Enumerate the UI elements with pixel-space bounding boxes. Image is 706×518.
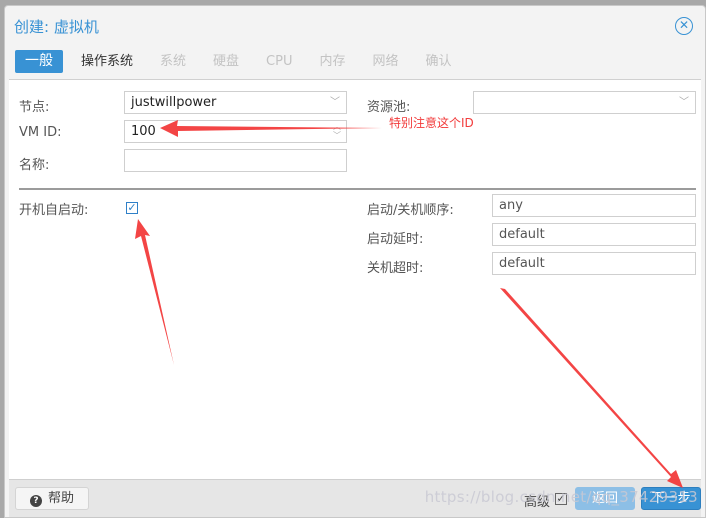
- shutdown-timeout-value: default: [499, 256, 545, 271]
- vmid-label: VM ID:: [19, 125, 62, 140]
- chevron-down-icon: ﹀: [679, 97, 689, 108]
- watermark: https://blog.csdn.net/qq_37429313: [424, 488, 698, 506]
- shutdown-timeout-label: 关机超时:: [367, 261, 424, 276]
- order-input[interactable]: any: [492, 194, 696, 217]
- vmid-value: 100: [131, 124, 156, 139]
- startup-delay-value: default: [499, 227, 545, 242]
- vmid-input[interactable]: 100 ︿ ﹀: [124, 120, 347, 143]
- node-value: justwillpower: [131, 95, 217, 110]
- general-panel: 节点: justwillpower ﹀ VM ID: 100 ︿ ﹀ 名称: 资源…: [9, 79, 701, 479]
- onboot-checkbox[interactable]: ✓: [126, 202, 138, 214]
- question-icon: ?: [29, 495, 42, 507]
- chevron-down-icon: ﹀: [330, 97, 340, 108]
- tab-memory: 内存: [319, 53, 346, 69]
- node-label: 节点:: [19, 100, 50, 115]
- close-icon[interactable]: ✕: [675, 17, 693, 35]
- pool-label: 资源池:: [367, 100, 411, 115]
- shutdown-timeout-input[interactable]: default: [492, 252, 696, 275]
- help-button[interactable]: ? 帮助: [15, 487, 89, 510]
- tab-os[interactable]: 操作系统: [72, 50, 142, 73]
- onboot-label: 开机自启动:: [19, 203, 89, 218]
- tab-system: 系统: [160, 53, 187, 69]
- tab-disk: 硬盘: [213, 53, 240, 69]
- spinner-icon[interactable]: ︿ ﹀: [333, 122, 341, 140]
- node-select[interactable]: justwillpower ﹀: [124, 91, 347, 114]
- tab-confirm: 确认: [425, 53, 452, 69]
- help-label: 帮助: [47, 491, 74, 506]
- wizard-tabs: 一般 操作系统 系统 硬盘 CPU 内存 网络 确认: [15, 49, 470, 73]
- startup-delay-input[interactable]: default: [492, 223, 696, 246]
- order-value: any: [499, 198, 523, 213]
- tab-network: 网络: [372, 53, 399, 69]
- tab-cpu: CPU: [266, 53, 293, 69]
- tab-general[interactable]: 一般: [15, 49, 63, 73]
- name-label: 名称:: [19, 158, 50, 173]
- order-label: 启动/关机顺序:: [367, 203, 454, 218]
- create-vm-dialog: 创建: 虚拟机 ✕ 一般 操作系统 系统 硬盘 CPU 内存 网络 确认 节点:…: [4, 5, 706, 518]
- dialog-title: 创建: 虚拟机: [14, 18, 99, 36]
- startup-delay-label: 启动延时:: [367, 232, 424, 247]
- name-input[interactable]: [124, 149, 347, 172]
- section-divider: [19, 188, 696, 190]
- annotation-text: 特别注意这个ID: [389, 116, 474, 130]
- pool-select[interactable]: ﹀: [473, 91, 696, 114]
